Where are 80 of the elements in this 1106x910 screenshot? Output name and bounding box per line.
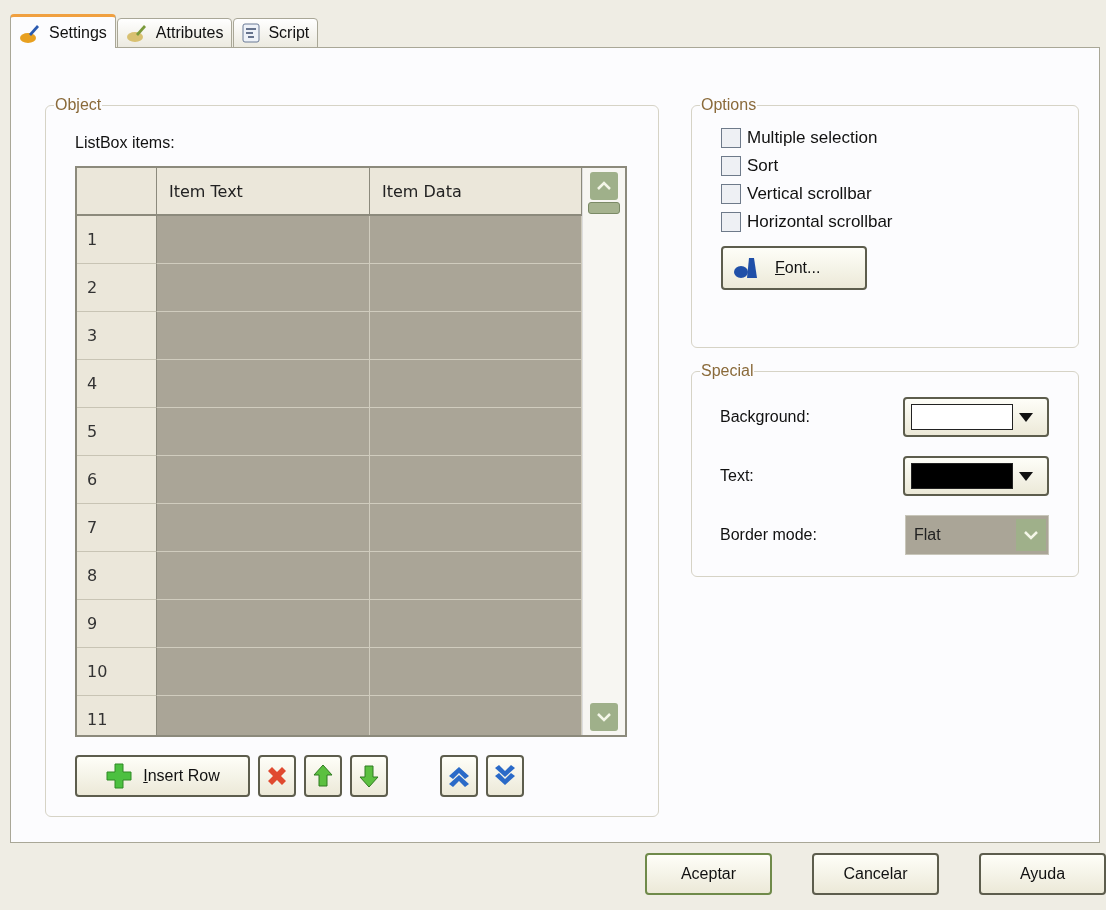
field-label: Text:	[720, 467, 754, 485]
checkbox[interactable]: Vertical scrollbar	[721, 184, 1078, 204]
table-cell[interactable]	[157, 264, 370, 312]
group-title: Object	[54, 96, 103, 114]
row-header: 5	[77, 408, 157, 456]
table-cell[interactable]	[370, 360, 582, 408]
checkbox[interactable]: Sort	[721, 156, 1078, 176]
scrollbar[interactable]	[582, 168, 625, 735]
table-cell[interactable]	[157, 600, 370, 648]
table-cell[interactable]	[370, 504, 582, 552]
row-header: 1	[77, 216, 157, 264]
tool-button[interactable]	[304, 755, 342, 797]
row-header: 11	[77, 696, 157, 735]
checkbox-box[interactable]	[721, 156, 741, 176]
table-cell[interactable]	[157, 504, 370, 552]
document-icon	[242, 23, 261, 43]
checkbox-box[interactable]	[721, 128, 741, 148]
chevron-down-icon	[1024, 530, 1038, 540]
table-cell[interactable]	[370, 216, 582, 264]
column-header: Item Data	[370, 168, 582, 216]
chevron-down-icon	[597, 712, 611, 722]
row-header: 9	[77, 600, 157, 648]
checkbox-box[interactable]	[721, 212, 741, 232]
field-label: Border mode:	[720, 526, 817, 544]
row-header: 10	[77, 648, 157, 696]
dropdown-arrow-icon	[1019, 412, 1033, 422]
table-cell[interactable]	[157, 408, 370, 456]
group-title: Options	[700, 96, 758, 114]
insert-row-button[interactable]: Insert Row	[75, 755, 250, 797]
color-picker[interactable]	[903, 456, 1049, 496]
arrow-down-icon	[358, 763, 380, 789]
table-cell[interactable]	[370, 648, 582, 696]
table-cell[interactable]	[370, 264, 582, 312]
table-cell[interactable]	[370, 552, 582, 600]
tab[interactable]: Settings	[10, 14, 116, 48]
row-header: 8	[77, 552, 157, 600]
tool-button[interactable]	[440, 755, 478, 797]
scroll-up-button[interactable]	[590, 172, 618, 200]
dialog-button[interactable]: Aceptar	[645, 853, 772, 895]
checkbox-box[interactable]	[721, 184, 741, 204]
list-label: ListBox items:	[75, 134, 175, 151]
row-header: 4	[77, 360, 157, 408]
plus-icon	[105, 762, 134, 790]
row-header: 2	[77, 264, 157, 312]
brush-icon	[125, 22, 148, 44]
table-cell[interactable]	[370, 696, 582, 735]
table-cell[interactable]	[370, 408, 582, 456]
tool-button[interactable]	[486, 755, 524, 797]
chevron-up-icon	[597, 181, 611, 191]
tool-button[interactable]	[258, 755, 296, 797]
row-header: 7	[77, 504, 157, 552]
table-cell[interactable]	[157, 552, 370, 600]
table-cell[interactable]	[157, 216, 370, 264]
color-picker[interactable]	[903, 397, 1049, 437]
table-cell[interactable]	[370, 600, 582, 648]
font-icon	[733, 256, 759, 280]
table-cell[interactable]	[157, 696, 370, 735]
dropdown-arrow-icon	[1019, 471, 1033, 481]
group-title: Special	[700, 362, 755, 380]
scroll-thumb[interactable]	[588, 202, 620, 214]
row-header: 3	[77, 312, 157, 360]
dialog-button[interactable]: Ayuda	[979, 853, 1106, 895]
tab[interactable]: Script	[233, 18, 319, 48]
table-cell[interactable]	[157, 456, 370, 504]
table-cell[interactable]	[157, 648, 370, 696]
checkbox[interactable]: Multiple selection	[721, 128, 1078, 148]
table-cell[interactable]	[157, 360, 370, 408]
scroll-down-button[interactable]	[590, 703, 618, 731]
table-cell[interactable]	[370, 456, 582, 504]
tab[interactable]: Attributes	[116, 18, 233, 48]
font-button[interactable]: Font...	[721, 246, 867, 290]
dialog-button[interactable]: Cancelar	[812, 853, 939, 895]
row-header: 6	[77, 456, 157, 504]
field-label: Background:	[720, 408, 810, 426]
checkbox[interactable]: Horizontal scrollbar	[721, 212, 1078, 232]
arrow-up-icon	[312, 763, 334, 789]
table-cell[interactable]	[157, 312, 370, 360]
column-header: Item Text	[157, 168, 370, 216]
tool-button[interactable]	[350, 755, 388, 797]
table-cell[interactable]	[370, 312, 582, 360]
